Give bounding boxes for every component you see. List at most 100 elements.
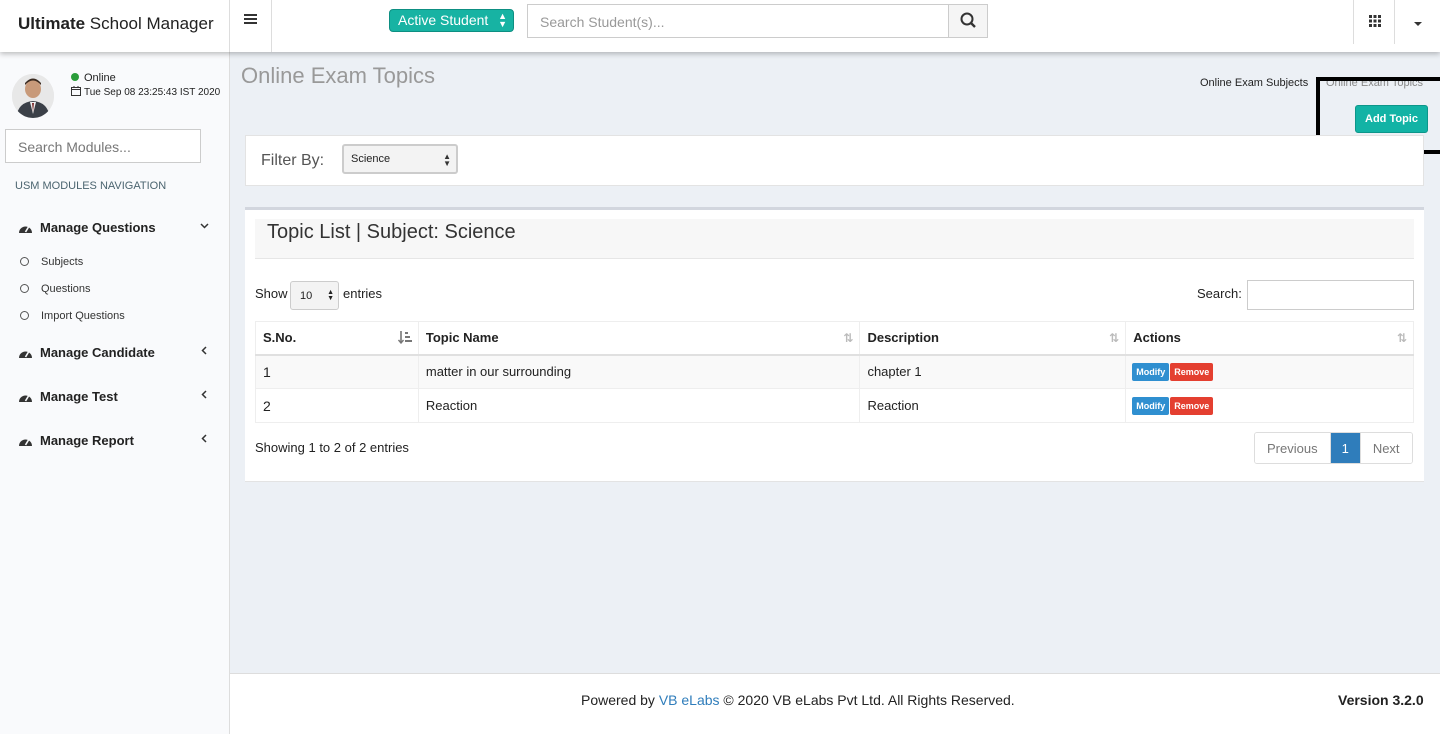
nav-item-label: Manage Report [40,433,134,448]
hamburger-icon [244,14,257,24]
table-info: Showing 1 to 2 of 2 entries [255,440,409,455]
circle-icon [20,284,29,293]
logo-bold: Ultimate [18,14,86,33]
page-title: Online Exam Topics [241,63,436,88]
sort-icon: ⇅ [843,331,854,345]
user-menu-dropdown[interactable] [1406,14,1430,34]
grid-icon [1369,15,1381,27]
sort-icon: ⇅ [1109,331,1120,345]
nav-item-label: Manage Test [40,389,118,404]
subitem-label: Subjects [41,256,84,268]
panel-title: Topic List | Subject: Science [267,221,516,243]
table-search-label: Search: [1197,286,1242,301]
table-header-row: S.No. Topic Name ⇅ Description ⇅ Actions ⇅ [255,321,1414,356]
user-avatar [12,74,54,118]
nav-header: USM MODULES NAVIGATION [15,180,167,192]
module-search-input[interactable]: Search Modules... [5,129,201,163]
sidebar-subitem-import-questions[interactable]: Import Questions [20,310,125,322]
remove-button[interactable]: Remove [1170,396,1214,415]
table-search-input[interactable] [1247,280,1414,310]
pagination-page-1[interactable]: 1 [1330,433,1361,463]
app-logo[interactable]: Ultimate School Manager [0,0,230,52]
column-header-label: Topic Name [425,330,499,346]
student-search-button[interactable] [948,4,988,38]
column-header-topic-name[interactable]: Topic Name ⇅ [417,321,861,356]
circle-icon [20,311,29,320]
search-icon [960,12,976,28]
version-label: Version 3.2.0 [1338,692,1424,708]
subitem-label: Import Questions [41,310,125,322]
circle-icon [20,257,29,266]
chevron-left-icon [200,346,209,358]
cell-description: Reaction [859,388,1127,423]
datetime-text: Tue Sep 08 23:25:43 IST 2020 [84,87,221,98]
modify-button[interactable]: Modify [1132,362,1170,381]
show-label: Show [255,286,288,301]
sort-icon: ⇅ [1396,331,1407,345]
nav-item-manage-report[interactable]: Manage Report [0,422,229,458]
footer-copyright: Powered by VB eLabs © 2020 VB eLabs Pvt … [581,692,1015,708]
pagination-previous[interactable]: Previous [1255,433,1331,463]
nav-item-manage-test[interactable]: Manage Test [0,378,229,414]
module-search-placeholder: Search Modules... [18,139,131,155]
remove-button[interactable]: Remove [1170,362,1214,381]
page-size-value: 10 [300,290,313,302]
sort-asc-icon [397,331,412,347]
student-status-select[interactable]: Active Student ▲ ▼ [389,9,514,32]
filter-label: Filter By: [261,152,325,169]
caret-down-icon [1414,22,1422,26]
breadcrumb-link-subjects[interactable]: Online Exam Subjects [1200,77,1308,89]
column-header-label: Actions [1133,330,1181,346]
apps-menu-button[interactable] [1353,0,1395,44]
avatar-image [12,74,54,118]
dashboard-icon [18,222,34,237]
student-status-value: Active Student [398,12,489,28]
nav-item-manage-candidate[interactable]: Manage Candidate [0,334,229,370]
copyright-text: © 2020 VB eLabs Pvt Ltd. All Rights Rese… [719,692,1015,708]
dashboard-icon [18,435,34,450]
column-header-label: Description [867,330,939,346]
nav-item-label: Manage Questions [40,220,156,235]
column-header-sno[interactable]: S.No. [255,321,419,356]
online-status: Online [71,72,116,84]
cell-description: chapter 1 [859,354,1127,389]
table-row: 2 Reaction Reaction Modify Remove [255,388,1414,423]
company-link[interactable]: VB eLabs [659,692,720,708]
cell-sno: 1 [255,354,419,389]
student-search-input[interactable]: Search Student(s)... [527,4,949,38]
menu-toggle-button[interactable] [230,0,272,52]
student-search-placeholder: Search Student(s)... [540,14,665,30]
select-arrows-icon: ▲ ▼ [327,289,334,302]
chevron-left-icon [200,434,209,446]
sidebar-subitem-questions[interactable]: Questions [20,283,91,295]
pagination: Previous 1 Next [1254,432,1413,464]
entries-label: entries [343,286,383,301]
chevron-left-icon [200,390,209,402]
cell-topic-name: Reaction [417,388,861,423]
column-header-description[interactable]: Description ⇅ [859,321,1127,356]
select-arrows-icon: ▲ ▼ [443,152,451,168]
chevron-down-icon [200,221,209,233]
cell-topic-name: matter in our surrounding [417,354,861,389]
top-navbar: Ultimate School Manager Active Student ▲… [0,0,1440,52]
nav-item-manage-questions[interactable]: Manage Questions [0,209,229,245]
sidebar-subitem-subjects[interactable]: Subjects [20,256,83,268]
modify-button[interactable]: Modify [1132,396,1170,415]
table-row: 1 matter in our surrounding chapter 1 Mo… [255,354,1414,389]
subject-filter-value: Science [351,153,391,165]
pagination-next[interactable]: Next [1360,433,1412,463]
page-size-select[interactable]: 10 ▲ ▼ [290,281,339,310]
column-header-label: S.No. [263,330,297,346]
cell-sno: 2 [255,388,419,423]
current-datetime: Tue Sep 08 23:25:43 IST 2020 [71,86,220,98]
subitem-label: Questions [41,283,91,295]
column-header-actions[interactable]: Actions ⇅ [1125,321,1414,356]
powered-by-text: Powered by [581,692,659,708]
select-arrows-icon: ▲ ▼ [498,11,507,29]
dashboard-icon [18,347,34,362]
online-dot-icon [71,73,79,81]
nav-item-label: Manage Candidate [40,345,155,360]
subject-filter-select[interactable]: Science ▲ ▼ [342,144,458,174]
cell-actions: Modify Remove [1125,388,1414,423]
cell-actions: Modify Remove [1125,354,1414,389]
